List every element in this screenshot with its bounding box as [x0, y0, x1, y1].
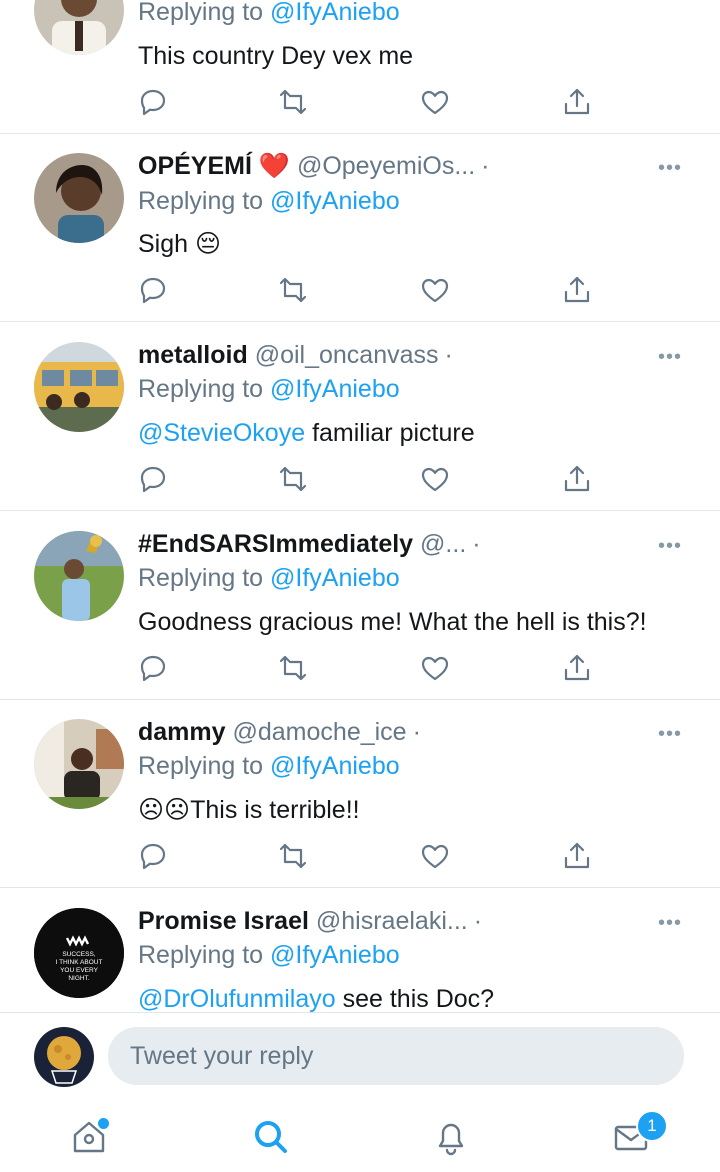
bottom-tab-bar: 1	[0, 1098, 720, 1172]
avatar-text: YOU EVERY	[60, 967, 98, 974]
replying-to-link[interactable]: @IfyAniebo	[270, 0, 400, 26]
tweet-text: @DrOlufunmilayo see this Doc?	[138, 985, 495, 1012]
like-icon[interactable]	[420, 87, 452, 117]
replying-to: Replying to @IfyAniebo	[138, 564, 400, 592]
like-icon[interactable]	[420, 275, 452, 305]
replying-to: Replying to @IfyAniebo	[138, 187, 400, 215]
home-tab[interactable]	[70, 1116, 111, 1158]
share-icon[interactable]	[562, 87, 594, 117]
separator: ·	[473, 907, 483, 935]
share-icon[interactable]	[562, 653, 594, 683]
separator: ·	[481, 152, 490, 180]
share-icon[interactable]	[562, 464, 594, 494]
replying-to-link[interactable]: @IfyAniebo	[270, 375, 400, 403]
tweet-header: dammy @damoche_ice ·	[138, 717, 421, 747]
tweet-header: #EndSARSImmediately @... ·	[138, 529, 481, 559]
like-icon[interactable]	[420, 653, 452, 683]
more-options-icon[interactable]: •••	[658, 347, 682, 367]
tweet-text: This country Dey vex me	[138, 42, 414, 70]
mention-link[interactable]: @StevieOkoye	[138, 419, 305, 447]
display-name[interactable]: metalloid	[138, 341, 248, 369]
replying-to: Replying to @IfyAniebo	[138, 752, 400, 780]
separator: ·	[444, 341, 453, 369]
avatar-text: I THINK ABOUT	[56, 959, 103, 966]
reply-icon[interactable]	[138, 841, 170, 871]
avatar[interactable]	[34, 719, 124, 809]
messages-tab[interactable]: 1	[612, 1110, 668, 1158]
replying-to: Replying to @IfyAniebo	[138, 0, 400, 26]
new-content-dot	[96, 1116, 111, 1131]
display-name[interactable]: Promise Israel	[138, 907, 309, 935]
handle[interactable]: @hisraelaki...	[316, 907, 468, 935]
search-tab[interactable]	[252, 1118, 292, 1158]
tweet-header: Promise Israel @hisraelaki... ·	[138, 906, 482, 936]
search-icon	[255, 1121, 287, 1153]
separator: ·	[412, 718, 421, 746]
handle[interactable]: @oil_oncanvass	[255, 341, 439, 369]
tweet-text: ☹☹This is terrible!!	[138, 796, 360, 824]
replying-to-link[interactable]: @IfyAniebo	[270, 941, 400, 969]
more-options-icon[interactable]: •••	[658, 724, 682, 744]
notifications-icon	[438, 1123, 464, 1156]
reply-icon[interactable]	[138, 464, 170, 494]
display-name[interactable]: #EndSARSImmediately	[138, 530, 413, 558]
like-icon[interactable]	[420, 841, 452, 871]
tweet-actions	[138, 464, 598, 494]
replying-to-link[interactable]: @IfyAniebo	[270, 564, 400, 592]
tweet-actions	[138, 653, 598, 683]
reply-icon[interactable]	[138, 87, 170, 117]
like-icon[interactable]	[420, 464, 452, 494]
messages-badge: 1	[636, 1110, 668, 1142]
avatar-text: NIGHT.	[68, 975, 90, 982]
tweet[interactable]: OPÉYEMÍ ❤️ @OpeyemiOs... · ••• Replying t…	[0, 133, 720, 322]
tweet-text: @StevieOkoye familiar picture	[138, 419, 475, 447]
avatar[interactable]	[34, 0, 124, 55]
reply-composer	[0, 1012, 720, 1099]
avatar[interactable]	[34, 153, 124, 243]
retweet-icon[interactable]	[278, 841, 310, 871]
display-name[interactable]: OPÉYEMÍ ❤️	[138, 152, 290, 180]
share-icon[interactable]	[562, 275, 594, 305]
user-avatar[interactable]	[34, 1027, 94, 1087]
notifications-tab[interactable]	[432, 1118, 472, 1158]
avatar[interactable]	[34, 531, 124, 621]
retweet-icon[interactable]	[278, 275, 310, 305]
tweet[interactable]: metalloid @oil_oncanvass · ••• Replying t…	[0, 322, 720, 511]
tweet-actions	[138, 841, 598, 871]
tweet[interactable]: SUCCESS, I THINK ABOUT YOU EVERY NIGHT. …	[0, 888, 720, 1012]
retweet-icon[interactable]	[278, 653, 310, 683]
separator: ·	[472, 530, 481, 558]
handle[interactable]: @...	[420, 530, 466, 558]
avatar-text: SUCCESS,	[62, 951, 95, 958]
tweet-actions	[138, 275, 598, 305]
tweet-actions	[138, 87, 598, 117]
tweet[interactable]: #EndSARSImmediately @... · ••• Replying t…	[0, 511, 720, 700]
retweet-icon[interactable]	[278, 87, 310, 117]
retweet-icon[interactable]	[278, 464, 310, 494]
tweet[interactable]: Replying to @IfyAniebo This country Dey …	[0, 0, 720, 134]
replying-to-link[interactable]: @IfyAniebo	[270, 752, 400, 780]
replying-to-link[interactable]: @IfyAniebo	[270, 187, 400, 215]
tweet-header: OPÉYEMÍ ❤️ @OpeyemiOs... ·	[138, 151, 489, 181]
tweet-text: Goodness gracious me! What the hell is t…	[138, 608, 647, 636]
share-icon[interactable]	[562, 841, 594, 871]
more-options-icon[interactable]: •••	[658, 158, 682, 178]
reply-feed: Replying to @IfyAniebo This country Dey …	[0, 0, 720, 1012]
mention-link[interactable]: @DrOlufunmilayo	[138, 985, 336, 1012]
replying-to: Replying to @IfyAniebo	[138, 941, 400, 969]
tweet[interactable]: dammy @damoche_ice · ••• Replying to @Ify…	[0, 699, 720, 888]
replying-to: Replying to @IfyAniebo	[138, 375, 400, 403]
reply-icon[interactable]	[138, 653, 170, 683]
more-options-icon[interactable]: •••	[658, 536, 682, 556]
avatar[interactable]	[34, 342, 124, 432]
tweet-header: metalloid @oil_oncanvass ·	[138, 340, 453, 370]
handle[interactable]: @OpeyemiOs...	[297, 152, 475, 180]
avatar[interactable]: SUCCESS, I THINK ABOUT YOU EVERY NIGHT.	[34, 908, 124, 998]
reply-icon[interactable]	[138, 275, 170, 305]
tweet-text: Sigh 😔	[138, 230, 222, 258]
more-options-icon[interactable]: •••	[658, 913, 682, 933]
handle[interactable]: @damoche_ice	[233, 718, 407, 746]
reply-input[interactable]	[108, 1027, 684, 1085]
display-name[interactable]: dammy	[138, 718, 226, 746]
